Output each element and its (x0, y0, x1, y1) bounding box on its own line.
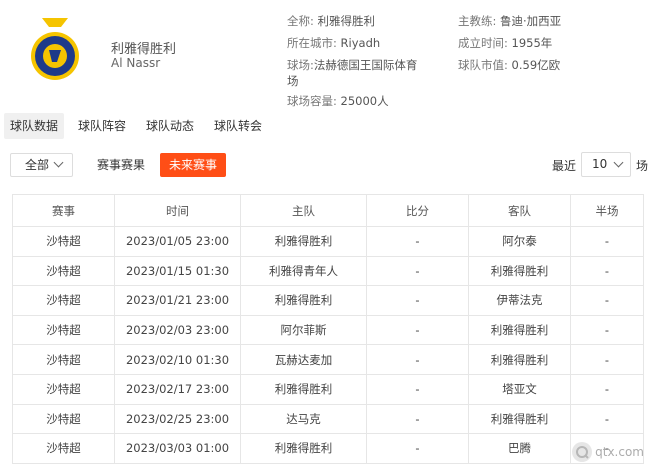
schedule-table: 赛事 时间 主队 比分 客队 半场 沙特超 2023/01/05 23:00 利雅得… (12, 194, 644, 464)
cell-away-team[interactable]: 利雅得胜利 (468, 255, 571, 287)
team-logo (30, 18, 80, 84)
cell-score: - (366, 344, 469, 375)
info-full-name: 全称: 利雅得胜利 (287, 14, 376, 28)
header-time: 时间 (114, 194, 241, 227)
header-competition: 赛事 (12, 194, 115, 227)
header-away-team: 客队 (468, 194, 571, 227)
header-half-time: 半场 (570, 194, 644, 227)
cell-competition[interactable]: 沙特超 (12, 373, 115, 405)
cell-time: 2023/02/25 23:00 (114, 403, 241, 435)
competition-select[interactable]: 全部 (10, 153, 73, 177)
table-row: 沙特超 2023/02/10 01:30 瓦赫达麦加 - 利雅得胜利 - (12, 344, 644, 375)
tab-team-squad[interactable]: 球队阵容 (72, 113, 132, 139)
table-row: 沙特超 2023/01/21 23:00 利雅得胜利 - 伊蒂法克 - (12, 285, 644, 316)
cell-away-team[interactable]: 巴腾 (468, 433, 571, 464)
cell-half-time: - (570, 344, 644, 375)
cell-away-team[interactable]: 利雅得胜利 (468, 344, 571, 375)
cell-home-team[interactable]: 利雅得胜利 (240, 433, 367, 464)
cell-time: 2023/03/03 01:00 (114, 433, 241, 464)
tab-team-transfers[interactable]: 球队转会 (208, 113, 268, 139)
recent-count-select[interactable]: 10 (581, 152, 631, 177)
info-city: 所在城市: Riyadh (287, 36, 381, 50)
cell-score: - (366, 314, 469, 346)
cell-half-time: - (570, 403, 644, 435)
table-row: 沙特超 2023/02/03 23:00 阿尔菲斯 - 利雅得胜利 - (12, 314, 644, 346)
header-home-team: 主队 (240, 194, 367, 227)
cell-competition[interactable]: 沙特超 (12, 226, 115, 257)
qtx-logo-icon (572, 442, 593, 462)
cell-half-time: - (570, 255, 644, 287)
schedule-body: 沙特超 2023/01/05 23:00 利雅得胜利 - 阿尔泰 - 沙特超 2023/01/… (12, 226, 644, 464)
cell-time: 2023/02/03 23:00 (114, 314, 241, 346)
cell-home-team[interactable]: 利雅得青年人 (240, 255, 367, 287)
tab-team-data[interactable]: 球队数据 (4, 113, 65, 139)
header-score: 比分 (366, 194, 469, 227)
info-coach: 主教练: 鲁迪·加西亚 (458, 14, 562, 28)
cell-away-team[interactable]: 伊蒂法克 (468, 285, 571, 316)
table-row: 沙特超 2023/02/25 23:00 达马克 - 利雅得胜利 - (12, 403, 644, 435)
table-header-row: 赛事 时间 主队 比分 客队 半场 (12, 194, 644, 227)
cell-score: - (366, 373, 469, 405)
cell-time: 2023/02/10 01:30 (114, 344, 241, 375)
cell-home-team[interactable]: 阿尔菲斯 (240, 314, 367, 346)
unit-label: 场 (636, 159, 649, 173)
info-market-value: 球队市值: 0.59亿欧 (458, 58, 561, 72)
watermark-text: qtx.com (595, 445, 644, 459)
cell-half-time: - (570, 314, 644, 346)
cell-away-team[interactable]: 利雅得胜利 (468, 314, 571, 346)
table-row: 沙特超 2023/01/05 23:00 利雅得胜利 - 阿尔泰 - (12, 226, 644, 257)
results-button[interactable]: 赛事赛果 (88, 153, 154, 177)
cell-time: 2023/01/15 01:30 (114, 255, 241, 287)
cell-half-time: - (570, 285, 644, 316)
cell-score: - (366, 255, 469, 287)
competition-select-value: 全部 (25, 158, 50, 172)
cell-home-team[interactable]: 利雅得胜利 (240, 226, 367, 257)
tab-team-news[interactable]: 球队动态 (140, 113, 200, 139)
cell-away-team[interactable]: 塔亚文 (468, 373, 571, 405)
cell-score: - (366, 433, 469, 464)
cell-score: - (366, 403, 469, 435)
recent-count-value: 10 (592, 157, 608, 171)
cell-half-time: - (570, 226, 644, 257)
cell-home-team[interactable]: 利雅得胜利 (240, 373, 367, 405)
cell-half-time: - (570, 373, 644, 405)
cell-away-team[interactable]: 利雅得胜利 (468, 403, 571, 435)
table-row: 沙特超 2023/03/03 01:00 利雅得胜利 - 巴腾 - (12, 433, 644, 464)
team-tabs: 球队数据 球队阵容 球队动态 球队转会 (4, 113, 276, 139)
cell-competition[interactable]: 沙特超 (12, 285, 115, 316)
cell-competition[interactable]: 沙特超 (12, 344, 115, 375)
future-matches-button[interactable]: 未来赛事 (160, 153, 226, 177)
chevron-down-icon (613, 157, 624, 168)
recent-label: 最近 (552, 159, 577, 173)
cell-score: - (366, 226, 469, 257)
cell-score: - (366, 285, 469, 316)
cell-away-team[interactable]: 阿尔泰 (468, 226, 571, 257)
info-capacity: 球场容量: 25000人 (287, 94, 389, 108)
table-row: 沙特超 2023/01/15 01:30 利雅得青年人 - 利雅得胜利 - (12, 255, 644, 287)
watermark: qtx.com (572, 442, 644, 462)
cell-competition[interactable]: 沙特超 (12, 314, 115, 346)
team-name-en: Al Nassr (111, 56, 161, 70)
cell-home-team[interactable]: 瓦赫达麦加 (240, 344, 367, 375)
cell-competition[interactable]: 沙特超 (12, 255, 115, 287)
info-founded: 成立时间: 1955年 (458, 36, 553, 50)
team-name-cn: 利雅得胜利 (111, 42, 177, 57)
cell-time: 2023/02/17 23:00 (114, 373, 241, 405)
info-stadium: 球场:法赫德国王国际体育 场 (287, 58, 418, 88)
table-row: 沙特超 2023/02/17 23:00 利雅得胜利 - 塔亚文 - (12, 373, 644, 405)
cell-home-team[interactable]: 利雅得胜利 (240, 285, 367, 316)
cell-competition[interactable]: 沙特超 (12, 403, 115, 435)
cell-time: 2023/01/05 23:00 (114, 226, 241, 257)
cell-time: 2023/01/21 23:00 (114, 285, 241, 316)
cell-competition[interactable]: 沙特超 (12, 433, 115, 464)
cell-home-team[interactable]: 达马克 (240, 403, 367, 435)
chevron-down-icon (53, 157, 64, 168)
